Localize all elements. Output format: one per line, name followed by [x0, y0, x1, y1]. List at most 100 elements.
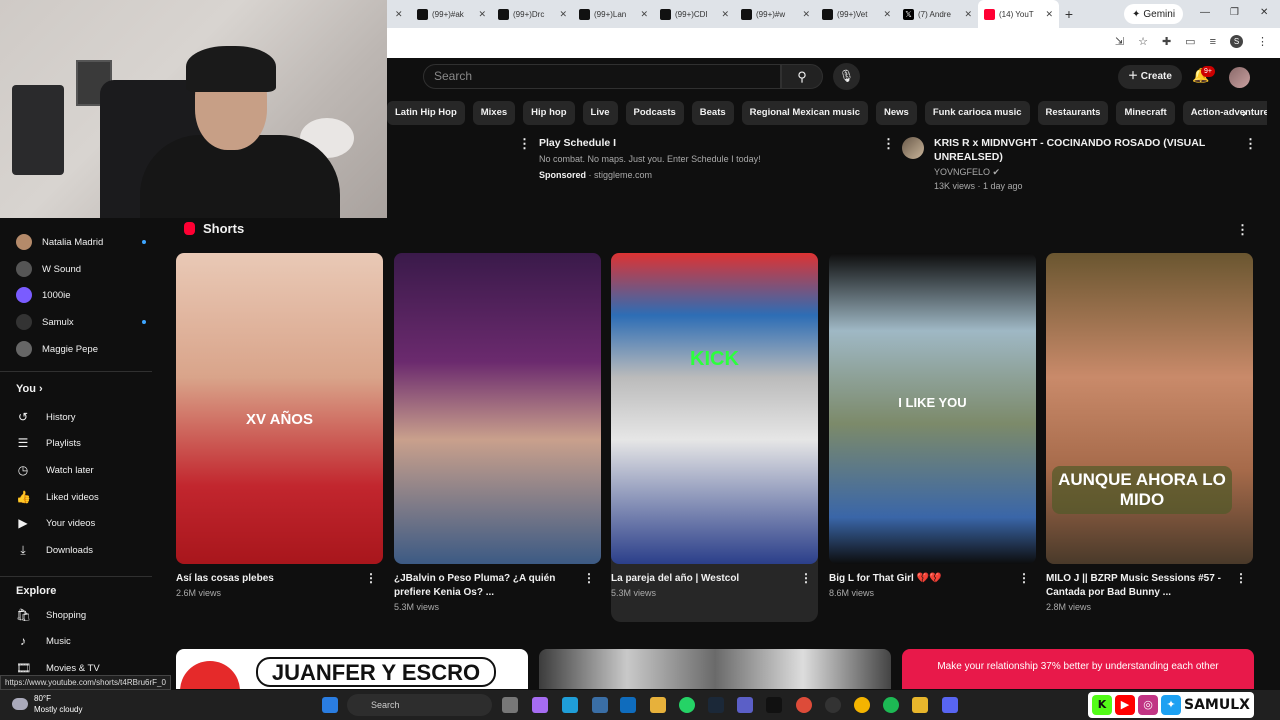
short-title[interactable]: Big L for That Girl 💔💔	[829, 572, 1009, 586]
copilot-icon[interactable]	[532, 697, 548, 713]
category-chip[interactable]: Hip hop	[523, 101, 575, 125]
chevron-right-icon[interactable]: ›	[1242, 104, 1247, 120]
more-options-icon[interactable]: ⋮	[1244, 136, 1257, 152]
category-chip[interactable]: Restaurants	[1037, 101, 1109, 125]
category-chip[interactable]: Latin Hip Hop	[387, 101, 465, 125]
voice-search-button[interactable]: 🎙	[833, 63, 860, 90]
task-view-icon[interactable]	[502, 697, 518, 713]
tab-close-icon[interactable]: ✕	[1045, 9, 1053, 20]
subscription-item[interactable]: Maggie Pepe	[16, 341, 146, 357]
menu-icon[interactable]: ⋮	[1257, 35, 1268, 48]
spotify-icon[interactable]	[883, 697, 899, 713]
video-thumbnail[interactable]: JUANFER Y ESCRO	[176, 649, 528, 689]
you-section-title[interactable]: You ›	[16, 383, 43, 395]
more-options-icon[interactable]: ⋮	[518, 136, 531, 152]
short-title[interactable]: Así las cosas plebes	[176, 572, 356, 586]
extensions-icon[interactable]: ✚	[1162, 35, 1171, 48]
sidebar-item[interactable]: 👍 Liked videos	[16, 490, 99, 504]
short-thumbnail[interactable]: XV AÑOS	[176, 253, 383, 564]
store-icon[interactable]	[650, 697, 666, 713]
tab-close-icon[interactable]: ✕	[802, 9, 810, 20]
tab-close-icon[interactable]: ✕	[721, 9, 729, 20]
video-card[interactable]: KRIS R x MIDNVGHT - COCINANDO ROSADO (VI…	[934, 136, 1234, 191]
browser-tab[interactable]: 𝕏 (7) Andre ✕	[897, 0, 978, 28]
weather-widget[interactable]: 80°F Mostly cloudy	[12, 693, 82, 715]
profile-icon[interactable]: S	[1230, 35, 1243, 48]
short-thumbnail[interactable]: AUNQUE AHORA LO MIDO	[1046, 253, 1253, 564]
short-title[interactable]: MILO J || BZRP Music Sessions #57 - Cant…	[1046, 572, 1226, 600]
more-options-icon[interactable]: ⋮	[365, 571, 377, 585]
category-chip[interactable]: News	[876, 101, 917, 125]
outlook-icon[interactable]	[620, 697, 636, 713]
category-chip[interactable]: Action-adventure gam	[1182, 101, 1267, 125]
discord-icon[interactable]	[942, 697, 958, 713]
short-card[interactable]: I LIKE YOU Big L for That Girl 💔💔 8.6M vie…	[829, 253, 1036, 598]
media-icon[interactable]: ≡	[1210, 36, 1216, 48]
more-options-icon[interactable]: ⋮	[1018, 571, 1030, 585]
create-button[interactable]: ＋ Create	[1118, 65, 1182, 89]
sidebar-item[interactable]: 🎞 Movies & TV	[16, 661, 100, 675]
browser-tab[interactable]: (99+)#ak ✕	[411, 0, 492, 28]
category-chip[interactable]: Beats	[691, 101, 734, 125]
browser-tab[interactable]: (99+)Lan ✕	[573, 0, 654, 28]
browser-tab[interactable]: (99+)CDI ✕	[654, 0, 735, 28]
whatsapp-icon[interactable]	[679, 697, 695, 713]
tab-close-icon[interactable]: ✕	[883, 9, 891, 20]
more-options-icon[interactable]: ⋮	[1235, 571, 1247, 585]
channel-name[interactable]: YOVNGFELO	[934, 167, 990, 177]
teams-icon[interactable]	[737, 697, 753, 713]
app-icon[interactable]	[766, 697, 782, 713]
ad-card[interactable]: Play Schedule I No combat. No maps. Just…	[539, 136, 869, 180]
short-card[interactable]: XV AÑOS Así las cosas plebes 2.6M views ⋮	[176, 253, 383, 598]
short-card[interactable]: AUNQUE AHORA LO MIDO MILO J || BZRP Music…	[1046, 253, 1253, 612]
sidebar-item[interactable]: ▶ Your videos	[16, 516, 95, 530]
tab-close-icon[interactable]: ✕	[640, 9, 648, 20]
chrome-icon[interactable]	[796, 697, 812, 713]
install-icon[interactable]: ⇲	[1115, 35, 1124, 48]
video-thumbnail[interactable]	[539, 649, 891, 689]
category-chip[interactable]: Mixes	[472, 101, 516, 125]
sidebar-item[interactable]: ☰ Playlists	[16, 436, 81, 450]
tab-close-icon[interactable]: ✕	[395, 9, 405, 20]
category-chip[interactable]: Minecraft	[1116, 101, 1175, 125]
subscription-item[interactable]: Samulx	[16, 314, 146, 330]
windows-start-icon[interactable]	[322, 697, 338, 713]
minimize-icon[interactable]: —	[1200, 7, 1210, 18]
sidebar-item[interactable]: ◷ Watch later	[16, 463, 94, 477]
search-input[interactable]: Search	[423, 64, 781, 89]
tab-close-icon[interactable]: ✕	[559, 9, 567, 20]
sidebar-item[interactable]: ↺ History	[16, 410, 76, 424]
more-options-icon[interactable]: ⋮	[1236, 222, 1249, 238]
short-card[interactable]: KICK La pareja del año | Westcol 5.3M view…	[611, 253, 818, 622]
more-options-icon[interactable]: ⋮	[882, 136, 895, 152]
browser-tab[interactable]: (99+)#w ✕	[735, 0, 816, 28]
category-chip[interactable]: Regional Mexican music	[741, 101, 868, 125]
sidebar-item[interactable]: ⤓ Downloads	[16, 543, 93, 558]
category-chip[interactable]: Funk carioca music	[924, 101, 1030, 125]
category-chip[interactable]: Podcasts	[625, 101, 684, 125]
browser-tab[interactable]: (14) YouT ✕	[978, 0, 1059, 28]
avatar[interactable]	[1229, 67, 1250, 88]
channel-avatar[interactable]	[902, 137, 924, 159]
short-thumbnail[interactable]: KICK	[611, 253, 818, 564]
more-options-icon[interactable]: ⋮	[800, 571, 812, 585]
subscription-item[interactable]: Natalia Madrid	[16, 234, 146, 250]
steam-icon[interactable]	[708, 697, 724, 713]
bookmark-star-icon[interactable]: ☆	[1138, 35, 1148, 48]
gemini-button[interactable]: ✦ Gemini	[1124, 4, 1184, 24]
short-thumbnail[interactable]	[394, 253, 601, 564]
short-title[interactable]: ¿JBalvin o Peso Pluma? ¿A quién prefiere…	[394, 572, 574, 600]
tab-close-icon[interactable]: ✕	[478, 9, 486, 20]
obs-icon[interactable]	[825, 697, 841, 713]
more-options-icon[interactable]: ⋮	[583, 571, 595, 585]
chrome-icon[interactable]	[854, 697, 870, 713]
address-bar[interactable]: ⇲ ☆ ✚ ▭ ≡ S ⋮	[387, 28, 1280, 58]
ad-thumbnail[interactable]: Make your relationship 37% better by und…	[902, 649, 1254, 689]
folder-icon[interactable]	[912, 697, 928, 713]
short-card[interactable]: ¿JBalvin o Peso Pluma? ¿A quién prefiere…	[394, 253, 601, 612]
subscription-item[interactable]: 1000ie	[16, 287, 146, 303]
short-thumbnail[interactable]: I LIKE YOU	[829, 253, 1036, 564]
tab-close-icon[interactable]: ✕	[964, 9, 972, 20]
cast-icon[interactable]: ▭	[1185, 35, 1195, 48]
window-close-icon[interactable]: ✕	[1260, 7, 1268, 18]
